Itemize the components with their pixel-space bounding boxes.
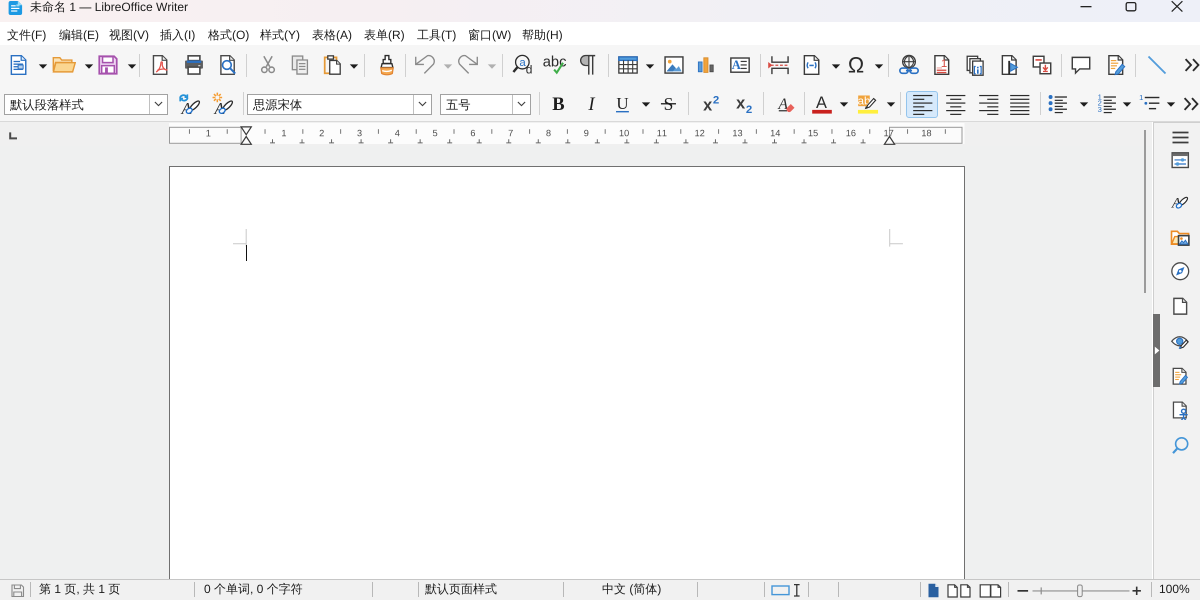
svg-text:1: 1 bbox=[1139, 92, 1143, 101]
svg-text:3: 3 bbox=[1098, 104, 1102, 113]
svg-text:Ω: Ω bbox=[848, 53, 864, 77]
svg-text:abc: abc bbox=[543, 54, 566, 70]
svg-text:2: 2 bbox=[713, 94, 719, 106]
svg-text:A: A bbox=[732, 58, 741, 72]
svg-text:I: I bbox=[587, 94, 595, 115]
svg-text:U: U bbox=[616, 93, 628, 112]
svg-text:B: B bbox=[552, 94, 564, 115]
svg-text:x: x bbox=[736, 94, 745, 112]
svg-text:d: d bbox=[526, 62, 533, 76]
svg-text:A: A bbox=[816, 93, 827, 111]
svg-text:1: 1 bbox=[941, 58, 947, 70]
svg-text:2: 2 bbox=[746, 104, 752, 116]
svg-text:x: x bbox=[703, 96, 712, 114]
